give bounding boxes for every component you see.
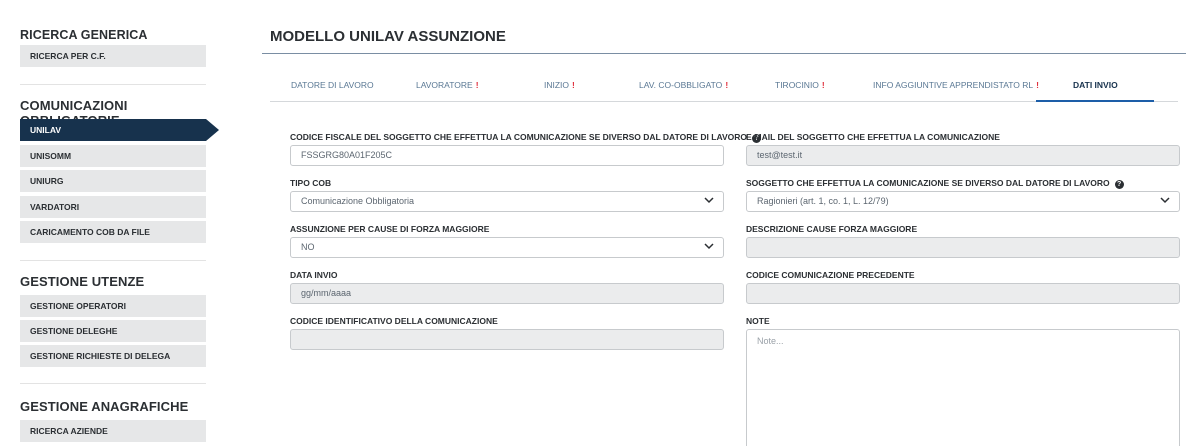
tab-label: INFO AGGIUNTIVE APPRENDISTATO RL (873, 80, 1034, 90)
tab-label: TIROCINIO (775, 80, 819, 90)
warning-icon: ! (572, 80, 575, 90)
sidebar-item-unisomm[interactable]: UNISOMM (20, 145, 206, 167)
tab-inizio[interactable]: INIZIO! (544, 78, 575, 102)
forza-maggiore-select[interactable]: NO (290, 237, 724, 258)
page-title: MODELLO UNILAV ASSUNZIONE (270, 28, 506, 45)
info-icon[interactable]: ? (1114, 180, 1124, 189)
label-text: CODICE FISCALE DEL SOGGETTO CHE EFFETTUA… (290, 132, 747, 142)
tab-bar: DATORE DI LAVORO LAVORATORE! INIZIO! LAV… (270, 78, 1178, 102)
codice-fiscale-label: CODICE FISCALE DEL SOGGETTO CHE EFFETTUA… (290, 132, 761, 143)
email-input[interactable]: test@test.it (746, 145, 1180, 166)
tipo-cob-label: TIPO COB (290, 178, 332, 188)
soggetto-value: Ragionieri (art. 1, co. 1, L. 12/79) (757, 196, 889, 206)
tab-label: DATORE DI LAVORO (291, 80, 374, 90)
tab-label: LAVORATORE (416, 80, 473, 90)
soggetto-select[interactable]: Ragionieri (art. 1, co. 1, L. 12/79) (746, 191, 1180, 212)
sidebar: RICERCA GENERICA RICERCA PER C.F. COMUNI… (0, 0, 220, 446)
tab-info-aggiuntive[interactable]: INFO AGGIUNTIVE APPRENDISTATO RL! (873, 78, 1039, 102)
sidebar-item-ricerca-cf[interactable]: RICERCA PER C.F. (20, 45, 206, 67)
warning-icon: ! (725, 80, 729, 90)
sidebar-item-gestione-deleghe[interactable]: GESTIONE DELEGHE (20, 320, 206, 342)
tab-lav-co-obbligato[interactable]: LAV. CO-OBBLIGATO! (639, 78, 728, 102)
sidebar-item-unilav[interactable]: UNILAV (20, 119, 219, 141)
warning-icon: ! (1036, 80, 1039, 90)
warning-icon: ! (475, 80, 479, 90)
chevron-down-icon (704, 197, 714, 204)
tab-dati-invio[interactable]: DATI INVIO (1073, 78, 1118, 102)
warning-icon: ! (821, 80, 825, 90)
section-title-ricerca-generica: RICERCA GENERICA (20, 28, 148, 42)
forza-maggiore-label: ASSUNZIONE PER CAUSE DI FORZA MAGGIORE (290, 224, 490, 234)
tab-label: INIZIO (544, 80, 570, 90)
data-invio-label: DATA INVIO (290, 270, 338, 280)
codice-fiscale-input[interactable]: FSSGRG80A01F205C (290, 145, 724, 166)
sidebar-divider (20, 260, 206, 261)
sidebar-item-uniurg[interactable]: UNIURG (20, 170, 206, 192)
tab-tirocinio[interactable]: TIROCINIO! (775, 78, 825, 102)
sidebar-item-gestione-richieste-delega[interactable]: GESTIONE RICHIESTE DI DELEGA (20, 345, 206, 367)
codice-identificativo-label: CODICE IDENTIFICATIVO DELLA COMUNICAZION… (290, 316, 498, 326)
tipo-cob-select[interactable]: Comunicazione Obbligatoria (290, 191, 724, 212)
tab-datore-di-lavoro[interactable]: DATORE DI LAVORO (291, 78, 374, 102)
sidebar-item-gestione-operatori[interactable]: GESTIONE OPERATORI (20, 295, 206, 317)
codice-precedente-label: CODICE COMUNICAZIONE PRECEDENTE (746, 270, 915, 280)
tab-label: LAV. CO-OBBLIGATO (639, 80, 723, 90)
title-divider (262, 53, 1186, 54)
sidebar-divider (20, 84, 206, 85)
label-text: SOGGETTO CHE EFFETTUA LA COMUNICAZIONE S… (746, 178, 1110, 188)
sidebar-item-caricamento-cob[interactable]: CARICAMENTO COB DA FILE (20, 221, 206, 243)
sidebar-item-vardatori[interactable]: VARDATORI (20, 196, 206, 218)
data-invio-input[interactable]: gg/mm/aaaa (290, 283, 724, 304)
note-textarea[interactable]: Note... (746, 329, 1180, 446)
sidebar-divider (20, 383, 206, 384)
chevron-down-icon (1160, 197, 1170, 204)
active-tab-indicator (1036, 100, 1154, 102)
codice-precedente-input[interactable] (746, 283, 1180, 304)
tab-lavoratore[interactable]: LAVORATORE! (416, 78, 479, 102)
section-title-gestione-anagrafiche: GESTIONE ANAGRAFICHE (20, 399, 189, 414)
forza-maggiore-value: NO (301, 242, 315, 252)
section-title-gestione-utenze: GESTIONE UTENZE (20, 274, 145, 289)
note-label: NOTE (746, 316, 770, 326)
tab-label: DATI INVIO (1073, 80, 1118, 90)
descrizione-forza-label: DESCRIZIONE CAUSE FORZA MAGGIORE (746, 224, 918, 234)
soggetto-label: SOGGETTO CHE EFFETTUA LA COMUNICAZIONE S… (746, 178, 1124, 189)
email-label: E-MAIL DEL SOGGETTO CHE EFFETTUA LA COMU… (746, 132, 1000, 142)
descrizione-forza-input[interactable] (746, 237, 1180, 258)
chevron-down-icon (704, 243, 714, 250)
sidebar-item-ricerca-aziende[interactable]: RICERCA AZIENDE (20, 420, 206, 442)
codice-identificativo-input[interactable] (290, 329, 724, 350)
tipo-cob-value: Comunicazione Obbligatoria (301, 196, 415, 206)
